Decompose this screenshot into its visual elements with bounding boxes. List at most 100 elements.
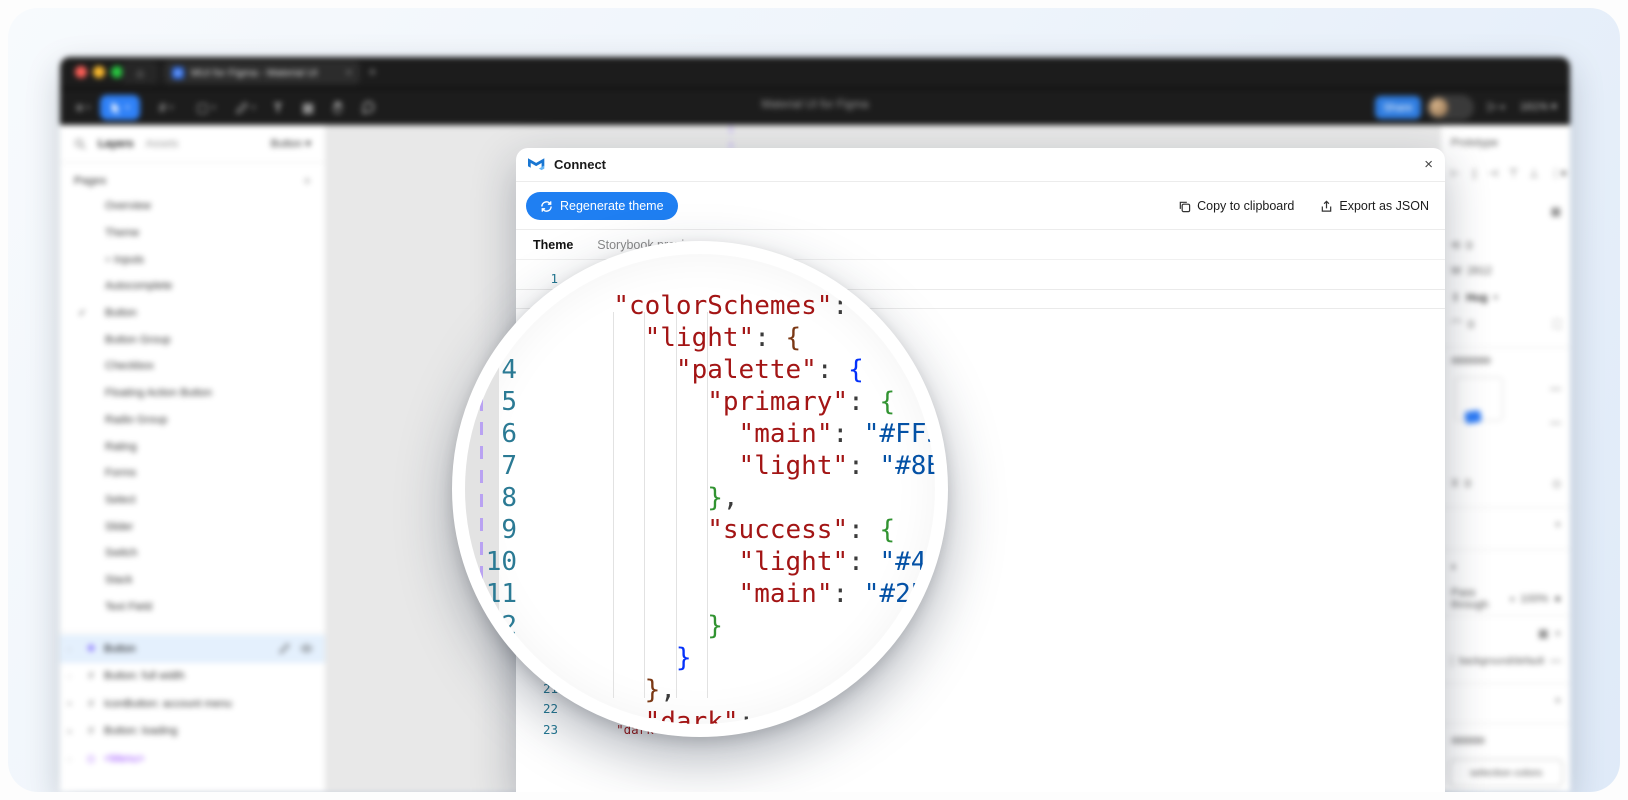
lens-line-number: 9 bbox=[465, 515, 523, 545]
expand-chevron-icon[interactable]: ▸ bbox=[68, 726, 78, 737]
page-label: Floating Action Button bbox=[105, 387, 212, 399]
constraints-icon[interactable]: ▦ bbox=[1551, 205, 1561, 218]
align-left-icon[interactable]: ⊢ bbox=[1451, 167, 1461, 180]
close-window-button[interactable] bbox=[75, 66, 87, 78]
home-tab[interactable]: ⌂ bbox=[122, 61, 158, 84]
align-top-icon[interactable]: ⊤ bbox=[1509, 167, 1519, 180]
sidebar-page-item[interactable]: Overview bbox=[60, 193, 325, 220]
lens-line-number: 7 bbox=[465, 451, 523, 481]
account-pill[interactable] bbox=[1426, 95, 1474, 120]
regenerate-theme-button[interactable]: Regenerate theme bbox=[526, 192, 678, 220]
align-right-icon[interactable]: ⊣ bbox=[1488, 167, 1498, 180]
page-label: Button bbox=[105, 307, 137, 319]
dialog-header: Connect × bbox=[516, 148, 1445, 182]
tab-layers[interactable]: Layers bbox=[98, 138, 133, 150]
expand-icon[interactable]: ⛶ bbox=[1553, 319, 1561, 332]
copy-to-clipboard-button[interactable]: Copy to clipboard bbox=[1178, 199, 1294, 213]
export-icon bbox=[1320, 200, 1333, 213]
grid-icon: ▦ bbox=[1538, 627, 1548, 640]
dialog-title: Connect bbox=[554, 157, 606, 172]
frame-icon: # bbox=[84, 670, 98, 682]
lens-code-line: 3 "light": { bbox=[465, 322, 935, 354]
scope-dropdown[interactable]: Button ▾ bbox=[271, 137, 311, 150]
sidebar-page-item[interactable]: Select bbox=[60, 487, 325, 514]
sidebar-page-item[interactable]: Slider bbox=[60, 513, 325, 540]
tab-assets[interactable]: Assets bbox=[145, 138, 178, 150]
instance-icon: ◇ bbox=[84, 752, 98, 765]
layer-item[interactable]: › ◇ <Menu> bbox=[60, 745, 325, 773]
copy-icon bbox=[1178, 200, 1191, 213]
export-as-json-button[interactable]: Export as JSON bbox=[1320, 199, 1429, 213]
layer-item[interactable]: ▸#IconButton: account menu bbox=[60, 690, 325, 718]
align-center-icon[interactable]: ∣ bbox=[1472, 167, 1478, 180]
height-field[interactable]: ⇕Hug▾ bbox=[1451, 291, 1561, 304]
sidebar-page-item[interactable]: Stack bbox=[60, 567, 325, 594]
lens-code-line: 5 "primary": { bbox=[465, 386, 935, 418]
spacing-icon: ⧖ bbox=[1451, 477, 1459, 490]
plus-icon[interactable]: + bbox=[1555, 695, 1561, 707]
dialog-tab-theme[interactable]: Theme bbox=[533, 238, 573, 252]
sidebar-page-item[interactable]: ÷ Inputs bbox=[60, 246, 325, 273]
page-label: Stack bbox=[105, 574, 133, 586]
sidebar-page-item[interactable]: Floating Action Button bbox=[60, 380, 325, 407]
add-page-button[interactable]: + bbox=[303, 173, 311, 188]
panel-tab[interactable]: Prototype bbox=[1451, 137, 1561, 149]
sidebar-page-item[interactable]: Switch bbox=[60, 540, 325, 567]
expand-chevron-icon[interactable]: › bbox=[68, 671, 78, 681]
minimize-window-button[interactable] bbox=[93, 66, 105, 78]
search-icon[interactable] bbox=[74, 138, 86, 150]
minus-icon[interactable]: — bbox=[1550, 417, 1561, 429]
more-options-icon[interactable]: ⋮▾ bbox=[1550, 167, 1567, 180]
sidebar-page-item[interactable]: Radio Group bbox=[60, 407, 325, 434]
diamond-icon[interactable]: ◇ bbox=[1553, 477, 1561, 490]
plus-icon[interactable]: + bbox=[1555, 628, 1561, 640]
blend-icon[interactable]: ◐ bbox=[1451, 561, 1458, 573]
edit-icon[interactable] bbox=[279, 643, 290, 654]
close-dialog-button[interactable]: × bbox=[1424, 156, 1433, 173]
rotation-field[interactable]: ⟲0 bbox=[1451, 239, 1561, 252]
selection-colors-box[interactable]: selection colors bbox=[1449, 759, 1563, 787]
minus-icon[interactable]: — bbox=[1550, 655, 1561, 667]
share-button[interactable]: Share bbox=[1375, 96, 1421, 119]
file-tab[interactable]: ▰ MUI for Figma - Material UI × bbox=[164, 61, 360, 84]
lens-line-number: 12 bbox=[465, 611, 523, 641]
eye-icon[interactable] bbox=[300, 644, 313, 653]
new-tab-button[interactable]: + bbox=[368, 61, 377, 84]
layer-item[interactable]: ›❖Button bbox=[60, 635, 325, 663]
plus-icon[interactable]: + bbox=[1555, 519, 1561, 531]
present-button[interactable]: ▷ ▾ bbox=[1488, 99, 1505, 113]
zoom-level-dropdown[interactable]: 161% ▾ bbox=[1520, 100, 1557, 113]
sidebar-page-item[interactable]: Checkbox bbox=[60, 353, 325, 380]
layer-item[interactable]: ›#Button: full width bbox=[60, 663, 325, 691]
sidebar-page-item[interactable]: Forms bbox=[60, 460, 325, 487]
eye-icon[interactable]: ● bbox=[1554, 593, 1561, 605]
sidebar-page-item[interactable]: Autocomplete bbox=[60, 273, 325, 300]
layer-label: IconButton: account menu bbox=[104, 698, 232, 710]
radius-field[interactable]: ⌒0⛶ bbox=[1451, 317, 1561, 333]
sidebar-page-item[interactable]: ✓Button bbox=[60, 300, 325, 327]
blend-row[interactable]: Pass through▾100%● bbox=[1451, 587, 1561, 611]
lens-line-number: 5 bbox=[465, 387, 523, 417]
lens-code-line: 9 "success": { bbox=[465, 514, 935, 546]
fill-row[interactable]: background/default— bbox=[1451, 655, 1561, 667]
stroke-header-row: + bbox=[1451, 695, 1561, 707]
spacing-row[interactable]: ⧖0◇ bbox=[1451, 477, 1561, 490]
section-label-blurred bbox=[1451, 737, 1485, 744]
align-bottom-icon[interactable]: ⊥ bbox=[1529, 167, 1539, 180]
close-tab-icon[interactable]: × bbox=[346, 67, 352, 79]
sidebar-page-item[interactable]: Text Field bbox=[60, 593, 325, 620]
minus-icon[interactable]: — bbox=[1550, 383, 1561, 395]
row-minus: — bbox=[1451, 383, 1561, 395]
layer-label: <Menu> bbox=[104, 753, 144, 765]
layer-item[interactable]: ▸#Button: loading bbox=[60, 718, 325, 746]
expand-chevron-icon[interactable]: › bbox=[68, 644, 78, 654]
sidebar-page-item[interactable]: Theme bbox=[60, 220, 325, 247]
lens-line-number: 4 bbox=[465, 355, 523, 385]
sidebar-page-item[interactable]: Rating bbox=[60, 433, 325, 460]
sidebar-page-item[interactable]: Button Group bbox=[60, 326, 325, 353]
page-label: Radio Group bbox=[105, 414, 167, 426]
width-field[interactable]: W2612 bbox=[1451, 265, 1561, 277]
page-label: Rating bbox=[105, 441, 137, 453]
expand-chevron-icon[interactable]: ▸ bbox=[68, 698, 78, 709]
expand-chevron-icon[interactable]: › bbox=[68, 754, 78, 764]
